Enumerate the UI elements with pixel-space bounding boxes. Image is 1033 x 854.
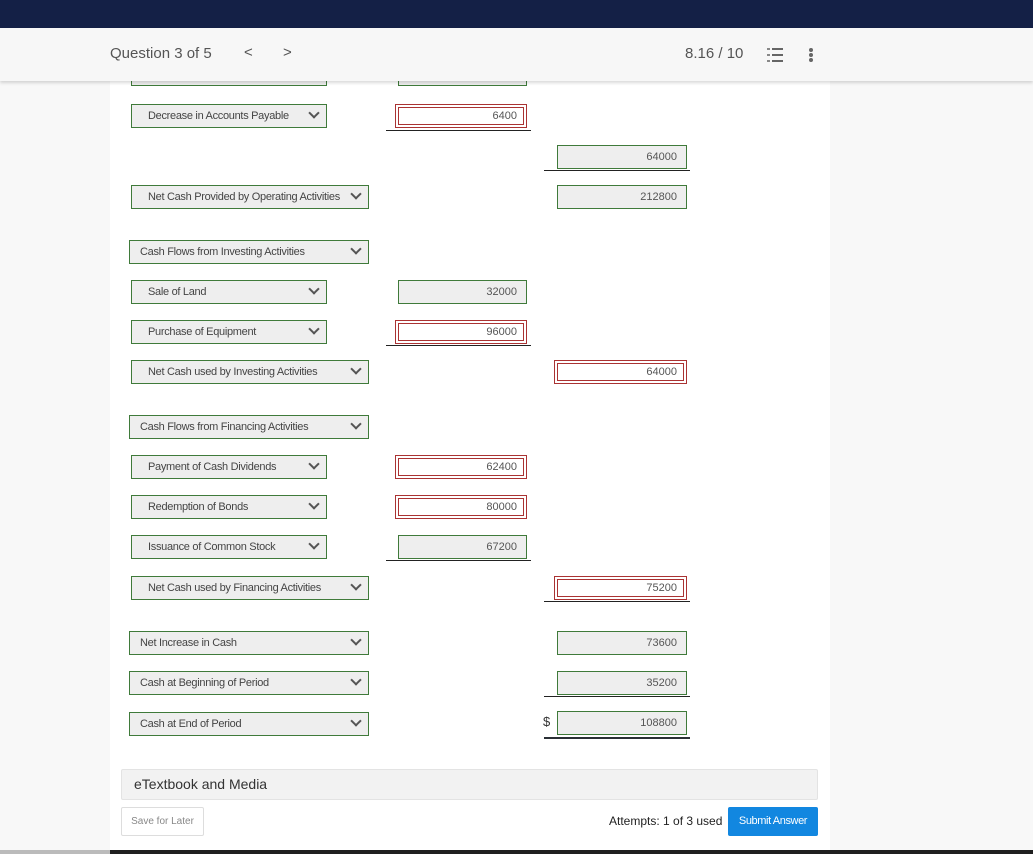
select-label: Cash at Beginning of Period xyxy=(140,677,269,689)
chevron-down-icon xyxy=(308,107,320,119)
save-for-later-button[interactable]: Save for Later xyxy=(121,807,204,836)
chevron-down-icon xyxy=(308,538,320,550)
amount-input-sale-of-land[interactable]: 32000 xyxy=(398,280,527,304)
line-item-select-cash-beginning[interactable]: Cash at Beginning of Period xyxy=(129,671,369,695)
select-label: Net Increase in Cash xyxy=(140,637,237,649)
amount-input-net-increase-cash[interactable]: 73600 xyxy=(557,631,687,655)
amount-input-purchase-of-equipment[interactable]: 96000 xyxy=(395,320,527,344)
score-display: 8.16 / 10 xyxy=(685,45,744,62)
subtotal-underline xyxy=(544,696,690,697)
chevron-down-icon xyxy=(308,498,320,510)
line-item-select-cash-end[interactable]: Cash at End of Period xyxy=(129,712,369,736)
select-label: Cash Flows from Financing Activities xyxy=(140,421,309,433)
total-double-underline xyxy=(544,737,690,739)
line-item-select-redemption-of-bonds[interactable]: Redemption of Bonds xyxy=(131,495,327,519)
chevron-down-icon xyxy=(350,715,362,727)
chevron-down-icon xyxy=(350,363,362,375)
chevron-down-icon xyxy=(350,674,362,686)
select-label: Cash Flows from Investing Activities xyxy=(140,246,305,258)
chevron-down-icon xyxy=(350,634,362,646)
next-question-button[interactable]: > xyxy=(283,44,292,61)
select-label: Net Cash used by Investing Activities xyxy=(148,366,318,378)
amount-input-operating-adjustments-total[interactable]: 64000 xyxy=(557,145,687,169)
etextbook-media-panel[interactable]: eTextbook and Media xyxy=(121,769,818,800)
chevron-down-icon xyxy=(350,188,362,200)
question-list-icon[interactable] xyxy=(767,48,783,62)
amount-input-cash-beginning[interactable]: 35200 xyxy=(557,671,687,695)
line-item-select-sale-of-land[interactable]: Sale of Land xyxy=(131,280,327,304)
select-label: Redemption of Bonds xyxy=(148,501,249,513)
taskbar xyxy=(110,850,1033,854)
amount-input-redemption-of-bonds[interactable]: 80000 xyxy=(395,495,527,519)
more-options-icon[interactable] xyxy=(809,48,813,62)
amount-input-cash-end[interactable]: 108800 xyxy=(557,711,687,735)
line-item-select-net-cash-investing[interactable]: Net Cash used by Investing Activities xyxy=(131,360,369,384)
currency-symbol: $ xyxy=(543,714,551,729)
subtotal-underline xyxy=(386,560,531,561)
amount-input-net-cash-investing[interactable]: 64000 xyxy=(554,360,687,384)
select-label: Sale of Land xyxy=(148,286,207,298)
line-item-select-decrease-accounts-payable[interactable]: Decrease in Accounts Payable xyxy=(131,104,327,128)
taskbar-edge xyxy=(0,850,110,854)
subtotal-underline xyxy=(544,170,690,171)
line-item-select-cash-dividends[interactable]: Payment of Cash Dividends xyxy=(131,455,327,479)
select-label: Cash at End of Period xyxy=(140,718,242,730)
amount-input-net-cash-operating[interactable]: 212800 xyxy=(557,185,687,209)
question-header: Question 3 of 5 < > 8.16 / 10 xyxy=(0,28,1033,81)
amount-input-issuance-common-stock[interactable]: 67200 xyxy=(398,535,527,559)
chevron-down-icon xyxy=(308,323,320,335)
select-label: Net Cash used by Financing Activities xyxy=(148,582,321,594)
line-item-select-net-cash-financing[interactable]: Net Cash used by Financing Activities xyxy=(131,576,369,600)
line-item-select-net-increase-cash[interactable]: Net Increase in Cash xyxy=(129,631,369,655)
attempts-counter: Attempts: 1 of 3 used xyxy=(609,814,723,828)
amount-input-decrease-accounts-payable[interactable]: 6400 xyxy=(395,104,527,128)
chevron-down-icon xyxy=(308,458,320,470)
chevron-down-icon xyxy=(350,243,362,255)
question-counter: Question 3 of 5 xyxy=(110,45,212,62)
line-item-select-issuance-common-stock[interactable]: Issuance of Common Stock xyxy=(131,535,327,559)
select-label: Payment of Cash Dividends xyxy=(148,461,277,473)
line-item-select-net-cash-operating[interactable]: Net Cash Provided by Operating Activitie… xyxy=(131,185,369,209)
section-select-investing-activities[interactable]: Cash Flows from Investing Activities xyxy=(129,240,369,264)
select-label: Decrease in Accounts Payable xyxy=(148,110,289,122)
select-label: Net Cash Provided by Operating Activitie… xyxy=(148,191,340,203)
amount-input-net-cash-financing[interactable]: 75200 xyxy=(554,576,687,600)
browser-top-bar xyxy=(0,0,1033,28)
section-select-financing-activities[interactable]: Cash Flows from Financing Activities xyxy=(129,415,369,439)
subtotal-underline xyxy=(386,345,531,346)
chevron-down-icon xyxy=(350,418,362,430)
chevron-down-icon xyxy=(308,283,320,295)
line-item-select-purchase-of-equipment[interactable]: Purchase of Equipment xyxy=(131,320,327,344)
subtotal-underline xyxy=(386,130,531,131)
previous-question-button[interactable]: < xyxy=(244,44,253,61)
subtotal-underline xyxy=(544,601,690,602)
submit-answer-button[interactable]: Submit Answer xyxy=(728,807,818,836)
amount-input-cash-dividends[interactable]: 62400 xyxy=(395,455,527,479)
select-label: Purchase of Equipment xyxy=(148,326,257,338)
select-label: Issuance of Common Stock xyxy=(148,541,276,553)
chevron-down-icon xyxy=(350,579,362,591)
